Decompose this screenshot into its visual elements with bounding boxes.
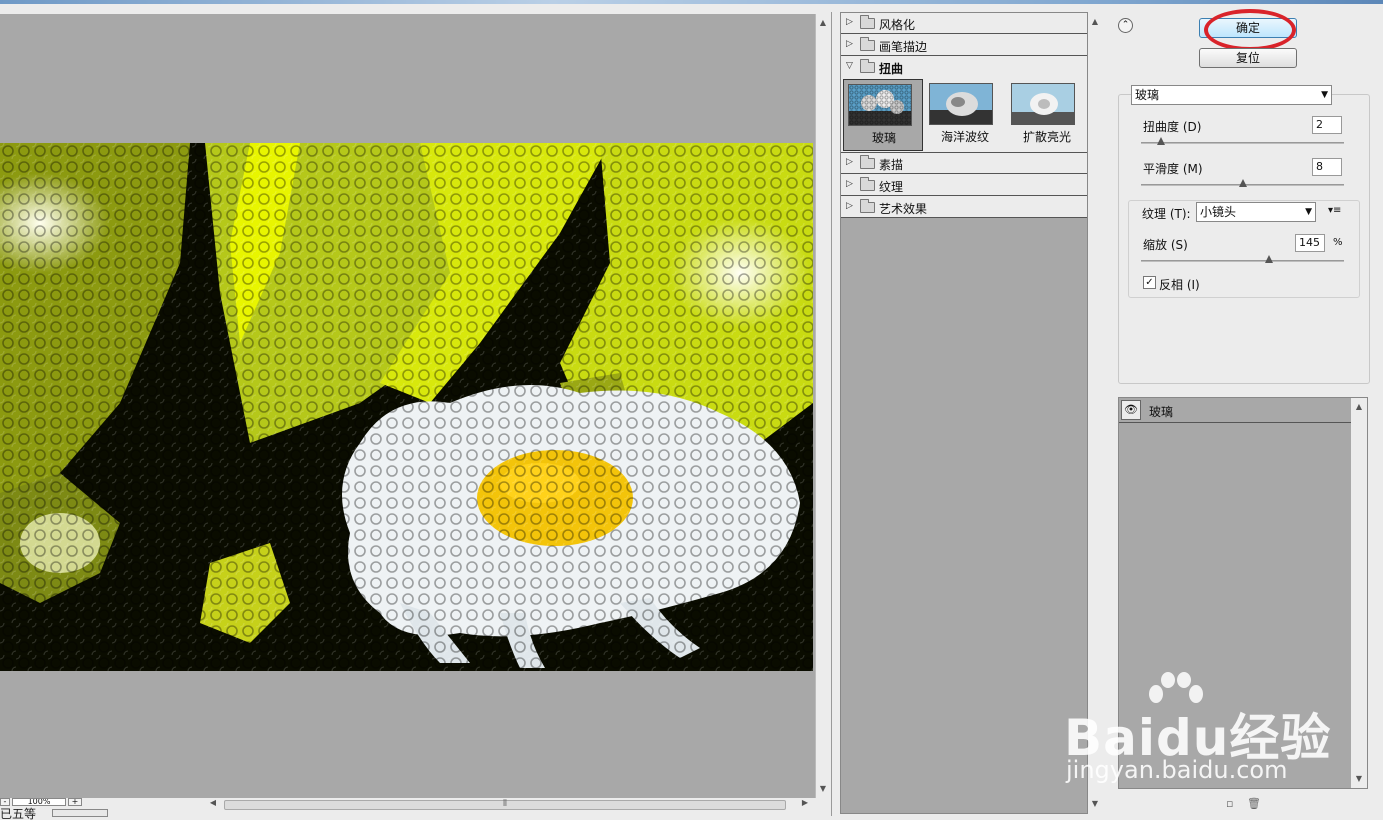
- category-label: 画笔描边: [879, 40, 928, 54]
- preview-horizontal-scrollbar[interactable]: ◀ ⦀ ▶: [206, 798, 814, 812]
- collapsed-triangle-icon[interactable]: ▷: [846, 201, 853, 211]
- expanded-triangle-icon[interactable]: ▽: [846, 61, 853, 71]
- preview-canvas: [0, 14, 815, 798]
- category-label: 艺术效果: [879, 202, 928, 216]
- distort-filter-thumbnails: 玻璃 海洋波纹 扩散亮光: [841, 77, 1087, 153]
- category-label: 扭曲: [879, 62, 904, 76]
- zoom-out-button[interactable]: -: [0, 798, 10, 806]
- dropdown-arrow-icon: ▼: [1321, 90, 1328, 100]
- effect-layer-label: 玻璃: [1149, 405, 1174, 419]
- effect-layer-row[interactable]: 👁 玻璃: [1119, 398, 1351, 423]
- filter-thumb-glass[interactable]: 玻璃: [843, 79, 923, 151]
- layer-buttons: ▫ 🗑: [1226, 797, 1266, 811]
- status-buttons[interactable]: [52, 809, 108, 817]
- distortion-input[interactable]: 2: [1312, 116, 1342, 134]
- horizontal-scroll-thumb[interactable]: ⦀: [224, 799, 786, 810]
- collapsed-triangle-icon[interactable]: ▷: [846, 179, 853, 189]
- filter-select-value: 玻璃: [1135, 88, 1160, 102]
- category-artistic[interactable]: ▷ 艺术效果: [841, 197, 1087, 218]
- filter-thumb-ocean-ripple[interactable]: 海洋波纹: [925, 79, 1005, 151]
- slider-knob-icon[interactable]: [1238, 179, 1247, 187]
- folder-icon: [860, 177, 875, 191]
- collapsed-triangle-icon[interactable]: ▷: [846, 17, 853, 27]
- invert-checkbox[interactable]: ✓: [1143, 276, 1156, 289]
- distortion-slider[interactable]: [1141, 137, 1344, 145]
- ocean-ripple-thumbnail-image: [929, 83, 993, 125]
- slider-knob-icon[interactable]: [1157, 137, 1166, 145]
- collapse-gallery-button[interactable]: ⌃: [1118, 18, 1133, 33]
- category-stylize[interactable]: ▷ 风格化: [841, 13, 1087, 34]
- filter-thumb-diffuse-glow[interactable]: 扩散亮光: [1007, 79, 1087, 151]
- zoom-level-field[interactable]: 100%: [12, 798, 66, 806]
- filter-gallery: ▷ 风格化 ▷ 画笔描边 ▽ 扭曲 玻璃 海洋波纹 扩散亮光 ▷ 素描 ▷ 纹理…: [840, 12, 1102, 815]
- category-label: 风格化: [879, 18, 916, 32]
- collapsed-triangle-icon[interactable]: ▷: [846, 39, 853, 49]
- scaling-slider[interactable]: [1141, 255, 1344, 263]
- collapsed-triangle-icon[interactable]: ▷: [846, 157, 853, 167]
- red-annotation-circle: [1204, 9, 1296, 51]
- smoothness-slider[interactable]: [1141, 179, 1344, 187]
- category-label: 纹理: [879, 180, 904, 194]
- texture-select[interactable]: 小镜头 ▼: [1196, 202, 1316, 222]
- filter-select[interactable]: 玻璃 ▼: [1131, 85, 1332, 105]
- filter-label: 海洋波纹: [940, 130, 989, 144]
- watermark-url: jingyan.baidu.com: [1066, 756, 1288, 784]
- category-brush-strokes[interactable]: ▷ 画笔描边: [841, 35, 1087, 56]
- texture-select-value: 小镜头: [1200, 205, 1237, 219]
- zoom-in-button[interactable]: +: [68, 798, 82, 806]
- scroll-left-arrow-icon[interactable]: ◀: [206, 798, 220, 807]
- scaling-label: 缩放 (S): [1143, 238, 1188, 252]
- category-sketch[interactable]: ▷ 素描: [841, 153, 1087, 174]
- dropdown-arrow-icon: ▼: [1305, 207, 1312, 217]
- preview-vertical-scrollbar[interactable]: ▲ ▼: [815, 14, 831, 798]
- distortion-label: 扭曲度 (D): [1143, 120, 1202, 134]
- scroll-down-arrow-icon[interactable]: ▼: [816, 784, 830, 793]
- folder-icon: [860, 37, 875, 51]
- category-distort[interactable]: ▽ 扭曲: [841, 57, 1087, 78]
- status-text: 已五等: [0, 807, 37, 820]
- preview-image: [0, 143, 813, 671]
- smoothness-input[interactable]: 8: [1312, 158, 1342, 176]
- glass-thumbnail-image: [848, 84, 912, 126]
- texture-menu-icon[interactable]: ▾≡: [1328, 205, 1341, 216]
- zoom-control: - 100% + 已五等: [0, 798, 206, 820]
- scroll-up-arrow-icon[interactable]: ▲: [1088, 17, 1102, 26]
- reset-button[interactable]: 复位: [1199, 48, 1297, 68]
- scroll-right-arrow-icon[interactable]: ▶: [798, 798, 812, 807]
- invert-label: 反相 (I): [1159, 278, 1200, 292]
- slider-knob-icon[interactable]: [1264, 255, 1273, 263]
- filter-label: 扩散亮光: [1022, 130, 1071, 144]
- category-texture[interactable]: ▷ 纹理: [841, 175, 1087, 196]
- scaling-input[interactable]: 145: [1295, 234, 1325, 252]
- eye-icon[interactable]: 👁: [1121, 400, 1141, 420]
- baidu-watermark: Baidu经验 jingyan.baidu.com: [1062, 668, 1362, 798]
- scaling-unit: %: [1333, 237, 1343, 248]
- trash-icon[interactable]: 🗑: [1247, 797, 1261, 810]
- smoothness-label: 平滑度 (M): [1143, 162, 1203, 176]
- open-folder-icon: [860, 59, 875, 73]
- new-layer-icon[interactable]: ▫: [1226, 797, 1233, 810]
- folder-icon: [860, 155, 875, 169]
- folder-icon: [860, 199, 875, 213]
- filter-label: 玻璃: [871, 131, 896, 145]
- scroll-up-arrow-icon[interactable]: ▲: [816, 18, 830, 27]
- scroll-up-arrow-icon[interactable]: ▲: [1352, 402, 1366, 411]
- title-bar-strip: [0, 0, 1383, 4]
- scroll-down-arrow-icon[interactable]: ▼: [1088, 799, 1102, 808]
- texture-label: 纹理 (T):: [1142, 207, 1191, 221]
- preview-pane: ▲ ▼ - 100% + 已五等 ◀ ⦀ ▶: [0, 12, 832, 820]
- diffuse-glow-thumbnail-image: [1011, 83, 1075, 125]
- grip-icon: ⦀: [503, 799, 507, 809]
- category-label: 素描: [879, 158, 904, 172]
- folder-icon: [860, 15, 875, 29]
